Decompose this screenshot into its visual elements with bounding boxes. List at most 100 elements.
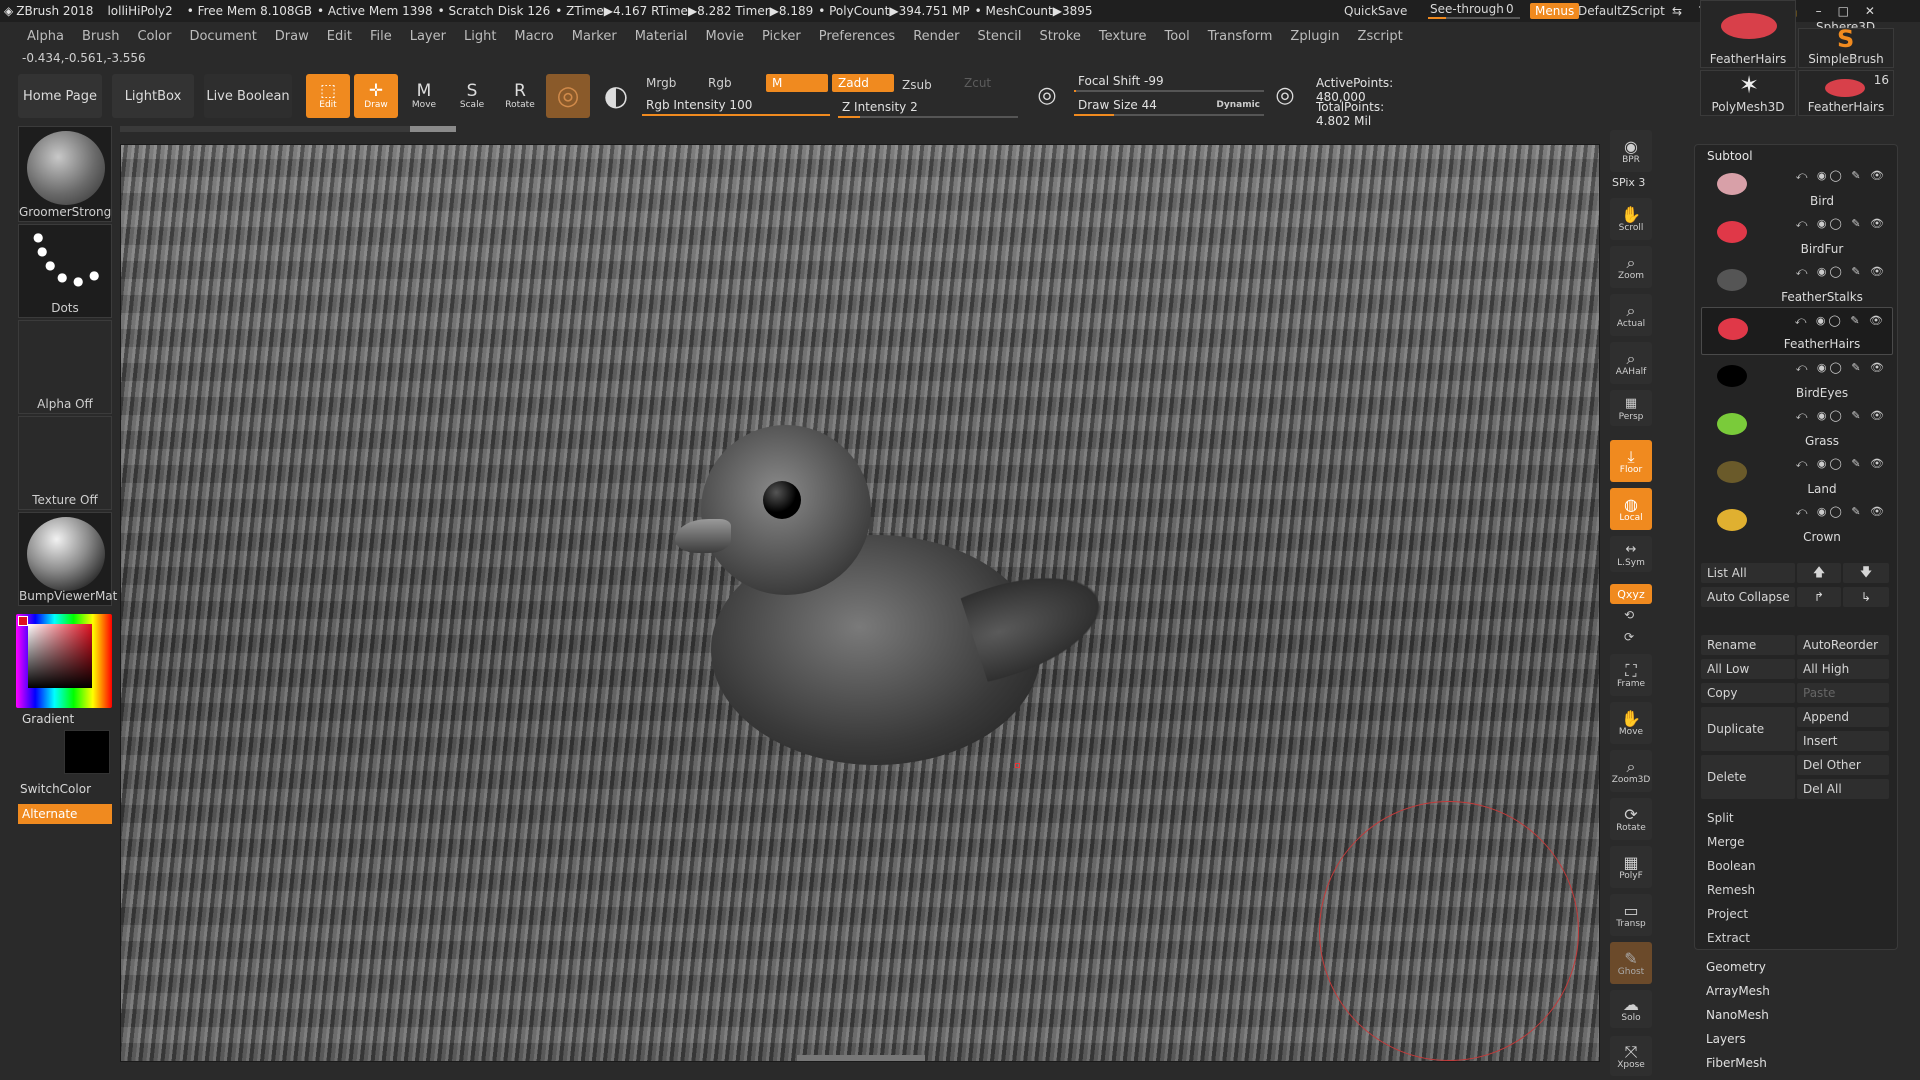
menu-edit[interactable]: Edit: [318, 29, 361, 44]
menu-layer[interactable]: Layer: [401, 29, 455, 44]
menu-tool[interactable]: Tool: [1155, 29, 1198, 44]
rotate-view-button[interactable]: ⟳ Rotate: [1610, 798, 1652, 840]
draw-size-slider[interactable]: Draw Size 44 Dynamic: [1074, 96, 1264, 116]
subtool-visibility-controls[interactable]: ⤺ ◉◯ ✎ 👁: [1796, 217, 1887, 231]
insert-button[interactable]: Insert: [1797, 731, 1889, 751]
paste-button[interactable]: Paste: [1797, 683, 1889, 703]
xpose-button[interactable]: ⤧ Xpose: [1610, 1036, 1652, 1076]
transp-button[interactable]: ▭ Transp: [1610, 894, 1652, 936]
all-high-button[interactable]: All High: [1797, 659, 1889, 679]
menu-picker[interactable]: Picker: [753, 29, 810, 44]
del-other-button[interactable]: Del Other: [1797, 755, 1889, 775]
move-down-button[interactable]: 🡇: [1843, 563, 1889, 583]
switch-color-button[interactable]: SwitchColor: [20, 782, 91, 796]
menu-stencil[interactable]: Stencil: [968, 29, 1030, 44]
menu-texture[interactable]: Texture: [1090, 29, 1156, 44]
menu-color[interactable]: Color: [128, 29, 180, 44]
focal-shift-slider[interactable]: Focal Shift -99: [1074, 72, 1264, 92]
arrow-return-button[interactable]: ↳: [1843, 587, 1889, 607]
remesh-button[interactable]: Remesh: [1707, 883, 1755, 897]
delete-button[interactable]: Delete: [1701, 755, 1795, 799]
alternate-button[interactable]: Alternate: [18, 804, 112, 824]
solo-button[interactable]: ☁ Solo: [1610, 990, 1652, 1028]
menu-light[interactable]: Light: [455, 29, 505, 44]
canvas-scrollbar-bottom[interactable]: [797, 1055, 925, 1061]
zadd-toggle[interactable]: Zadd: [832, 74, 894, 92]
material-thumbnail[interactable]: BumpViewerMat: [18, 512, 117, 606]
menu-file[interactable]: File: [361, 29, 401, 44]
live-boolean-button[interactable]: Live Boolean: [204, 74, 292, 118]
subtool-header[interactable]: Subtool: [1707, 149, 1753, 163]
floor-button[interactable]: ⤓ Floor: [1610, 440, 1652, 482]
color-square[interactable]: [28, 624, 92, 688]
subtool-row-featherhairs[interactable]: ⤺ ◉◯ ✎ 👁 FeatherHairs: [1701, 307, 1893, 355]
menus-toggle[interactable]: Menus: [1530, 0, 1580, 22]
alpha-thumbnail[interactable]: Alpha Off: [18, 320, 112, 414]
subtool-row-grass[interactable]: ⤺ ◉◯ ✎ 👁 Grass: [1701, 403, 1893, 451]
menu-material[interactable]: Material: [626, 29, 697, 44]
canvas-scroll-thumb[interactable]: [410, 126, 456, 132]
bpr-button[interactable]: ◉ BPR: [1610, 130, 1652, 172]
submenu-arraymesh[interactable]: ArrayMesh: [1706, 984, 1770, 998]
rename-button[interactable]: Rename: [1701, 635, 1795, 655]
xyz-button[interactable]: Qxyz: [1610, 584, 1652, 604]
menu-macro[interactable]: Macro: [505, 29, 562, 44]
submenu-geometry[interactable]: Geometry: [1706, 960, 1766, 974]
move-view-button[interactable]: ✋ Move: [1610, 702, 1652, 744]
focal-shift-icon[interactable]: ◎: [1032, 74, 1062, 118]
color-mode-button[interactable]: ◐: [594, 74, 638, 118]
subtool-row-featherstalks[interactable]: ⤺ ◉◯ ✎ 👁 FeatherStalks: [1701, 259, 1893, 307]
subtool-visibility-controls[interactable]: ⤺ ◉◯ ✎ 👁: [1795, 314, 1886, 328]
quicksave-button[interactable]: QuickSave: [1344, 0, 1407, 22]
zoom3d-button[interactable]: ⌕ Zoom3D: [1610, 750, 1652, 792]
m-toggle[interactable]: M: [766, 74, 828, 92]
polyf-button[interactable]: ▦ PolyF: [1610, 846, 1652, 888]
submenu-fibermesh[interactable]: FiberMesh: [1706, 1056, 1767, 1070]
split-button[interactable]: Split: [1707, 811, 1734, 825]
dynamic-label[interactable]: Dynamic: [1216, 100, 1260, 110]
menu-render[interactable]: Render: [904, 29, 968, 44]
del-all-button[interactable]: Del All: [1797, 779, 1889, 799]
boolean-button[interactable]: Boolean: [1707, 859, 1756, 873]
subtool-row-bird[interactable]: ⤺ ◉◯ ✎ 👁 Bird: [1701, 163, 1893, 211]
subtool-row-birdeyes[interactable]: ⤺ ◉◯ ✎ 👁 BirdEyes: [1701, 355, 1893, 403]
zoom-button[interactable]: ⌕ Zoom: [1610, 246, 1652, 288]
texture-thumbnail[interactable]: Texture Off: [18, 416, 112, 510]
menu-movie[interactable]: Movie: [697, 29, 753, 44]
aahalf-button[interactable]: ⌕ AAHalf: [1610, 342, 1652, 384]
subtool-row-crown[interactable]: ⤺ ◉◯ ✎ 👁 Crown: [1701, 499, 1893, 547]
scale-mode-button[interactable]: S Scale: [450, 74, 494, 118]
subtool-row-birdfur[interactable]: ⤺ ◉◯ ✎ 👁 BirdFur: [1701, 211, 1893, 259]
scroll-button[interactable]: ✋ Scroll: [1610, 198, 1652, 240]
all-low-button[interactable]: All Low: [1701, 659, 1795, 679]
menu-document[interactable]: Document: [180, 29, 265, 44]
rotate-y-icon[interactable]: ⟲: [1624, 608, 1634, 622]
mrgb-toggle[interactable]: Mrgb: [640, 74, 700, 92]
move-up-button[interactable]: 🡅: [1797, 563, 1841, 583]
auto-collapse-button[interactable]: Auto Collapse: [1701, 587, 1795, 607]
zcut-toggle[interactable]: Zcut: [958, 74, 1018, 92]
subtool-row-land[interactable]: ⤺ ◉◯ ✎ 👁 Land: [1701, 451, 1893, 499]
tool-polymesh3d[interactable]: ✶ PolyMesh3D: [1700, 70, 1796, 116]
rgb-toggle[interactable]: Rgb: [702, 74, 762, 92]
ghost-button[interactable]: ✎ Ghost: [1610, 942, 1652, 984]
subtool-visibility-controls[interactable]: ⤺ ◉◯ ✎ 👁: [1796, 265, 1887, 279]
duplicate-button[interactable]: Duplicate: [1701, 707, 1795, 751]
actual-button[interactable]: ⌕ Actual: [1610, 294, 1652, 336]
stroke-thumbnail[interactable]: ● ● ● ● ● ● Dots: [18, 224, 112, 318]
rotate-mode-button[interactable]: R Rotate: [498, 74, 542, 118]
lsym-button[interactable]: ↔ L.Sym: [1610, 536, 1652, 572]
see-through-slider[interactable]: See-through 0: [1424, 0, 1524, 22]
color-picker[interactable]: [16, 614, 112, 708]
menu-draw[interactable]: Draw: [266, 29, 318, 44]
brush-thumbnail[interactable]: GroomerStrong: [18, 126, 112, 222]
zsub-toggle[interactable]: Zsub: [896, 76, 956, 94]
submenu-layers[interactable]: Layers: [1706, 1032, 1746, 1046]
subtool-visibility-controls[interactable]: ⤺ ◉◯ ✎ 👁: [1796, 505, 1887, 519]
document-canvas[interactable]: [120, 144, 1600, 1062]
subtool-visibility-controls[interactable]: ⤺ ◉◯ ✎ 👁: [1796, 169, 1887, 183]
default-zscript-button[interactable]: DefaultZScript: [1578, 0, 1665, 22]
menu-marker[interactable]: Marker: [563, 29, 626, 44]
ui-layout-icon[interactable]: ⇆: [1672, 4, 1682, 18]
extract-button[interactable]: Extract: [1707, 931, 1750, 945]
